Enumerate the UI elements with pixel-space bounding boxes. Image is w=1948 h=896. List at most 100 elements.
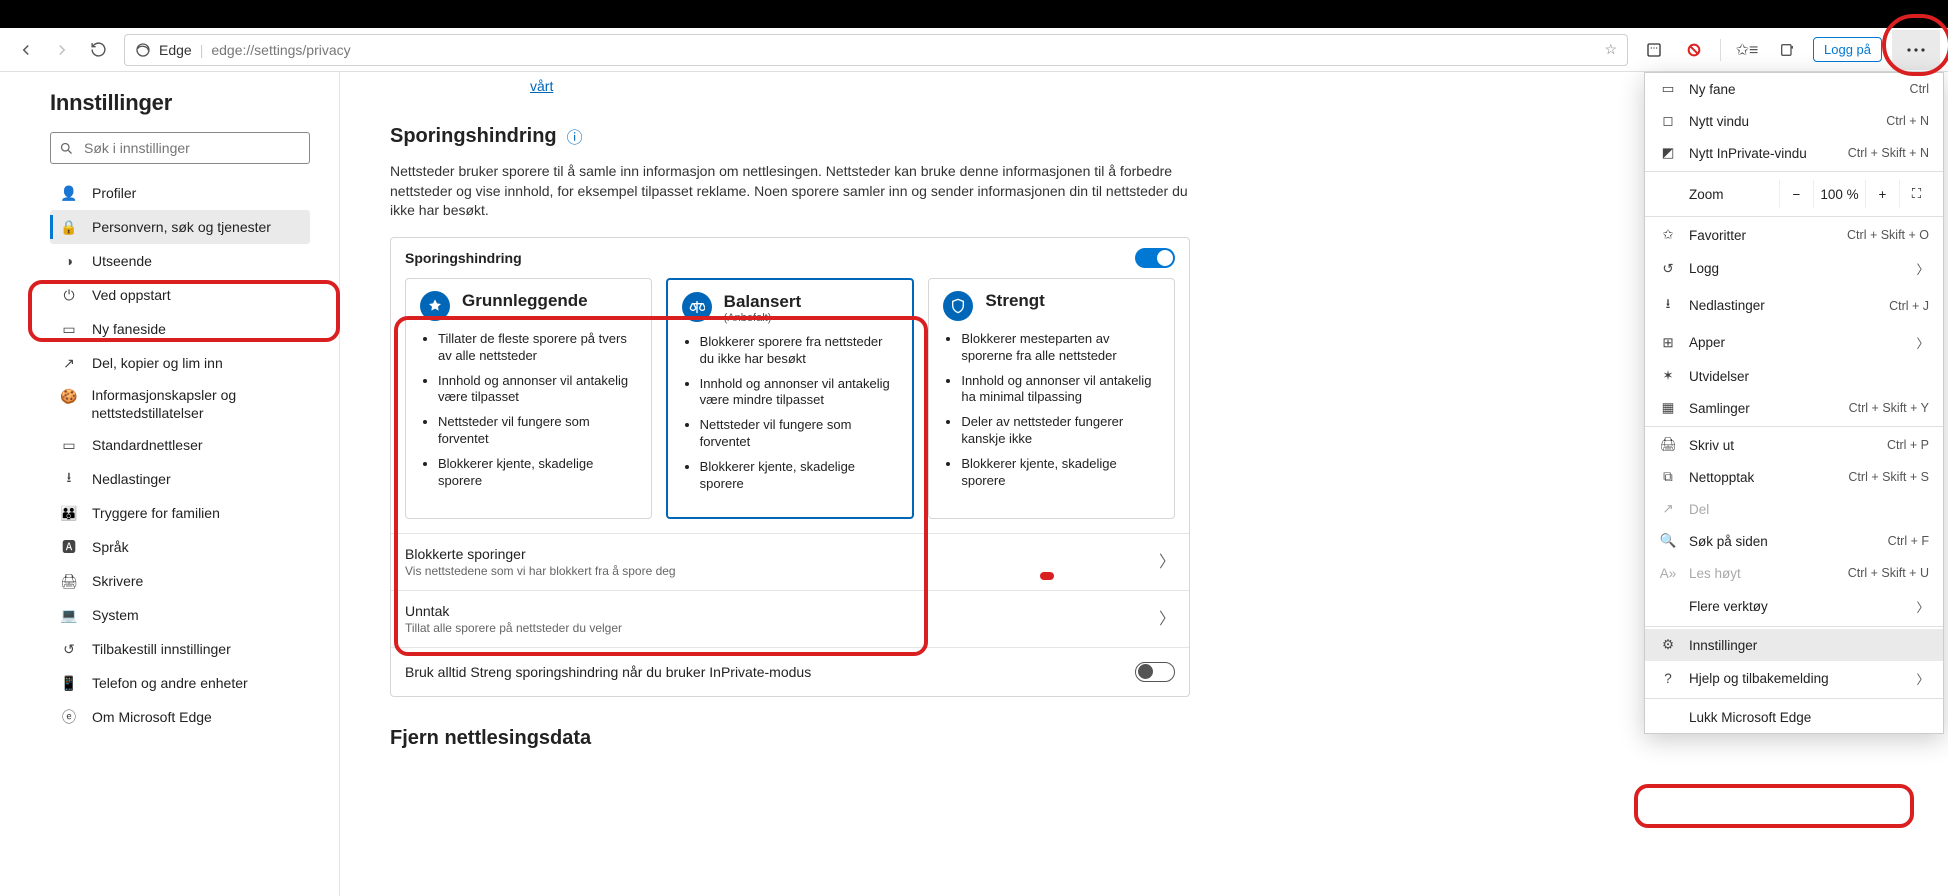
tracking-prevention-desc: Nettsteder bruker sporere til å samle in…	[390, 162, 1190, 221]
reading-list-icon[interactable]	[1636, 32, 1672, 68]
reset-icon: ↺	[60, 641, 78, 658]
menu-label: Samlinger	[1689, 401, 1837, 416]
menu-downloads[interactable]: ⭳NedlastingerCtrl + J	[1645, 286, 1943, 325]
sidebar-item-label: Telefon og andre enheter	[92, 675, 248, 691]
sidebar-item-label: System	[92, 607, 139, 623]
card-title: Strengt	[985, 291, 1045, 311]
sidebar-item-appearance[interactable]: ◑Utseende	[50, 244, 310, 278]
sidebar-item-label: Nedlastinger	[92, 471, 171, 487]
card-subtitle: (Anbefalt)	[724, 312, 801, 324]
menu-settings[interactable]: ⚙Innstillinger	[1645, 629, 1943, 661]
menu-find[interactable]: 🔍Søk på sidenCtrl + F	[1645, 525, 1943, 557]
printer-icon: 🖨	[1659, 437, 1677, 453]
sidebar-item-onstart[interactable]: ⏻Ved oppstart	[50, 278, 310, 312]
strict-icon	[943, 291, 973, 321]
zoom-in-button[interactable]: +	[1865, 180, 1899, 208]
settings-search[interactable]	[50, 132, 310, 164]
tp-card-balanced[interactable]: Balansert(Anbefalt) Blokkerer sporere fr…	[666, 278, 915, 519]
menu-help[interactable]: ?Hjelp og tilbakemelding〉	[1645, 661, 1943, 696]
top-link[interactable]: vårt	[530, 78, 553, 94]
app-menu-button[interactable]	[1892, 30, 1940, 70]
tracking-prevention-toggle[interactable]	[1135, 248, 1175, 268]
download-icon: ⭳	[60, 467, 78, 491]
chevron-right-icon: 〉	[1916, 333, 1929, 352]
menu-new-window[interactable]: ◻Nytt vinduCtrl + N	[1645, 105, 1943, 137]
blocked-trackers-link[interactable]: Blokkerte sporinger Vis nettstedene som …	[391, 533, 1189, 590]
annotation-dot	[1040, 572, 1054, 580]
tp-card-strict[interactable]: Strengt Blokkerer mesteparten av sporern…	[928, 278, 1175, 519]
sidebar-item-downloads[interactable]: ⭳ Nedlastinger	[50, 462, 310, 496]
download-icon: ⭳	[1659, 294, 1677, 317]
collections-icon[interactable]	[1769, 32, 1805, 68]
sidebar-item-family[interactable]: 👪Tryggere for familien	[50, 496, 310, 530]
menu-readaloud: A»Les høytCtrl + Skift + U	[1645, 557, 1943, 589]
adblock-icon[interactable]	[1676, 32, 1712, 68]
sidebar-item-label: Ny faneside	[92, 321, 166, 337]
menu-moretools[interactable]: Flere verktøy〉	[1645, 589, 1943, 624]
star-icon[interactable]: ☆	[1604, 41, 1617, 58]
menu-new-tab[interactable]: ▭Ny faneCtrl	[1645, 73, 1943, 105]
favorites-icon[interactable]: ✩≡	[1729, 32, 1765, 68]
address-bar[interactable]: Edge | edge://settings/privacy ☆	[124, 34, 1628, 66]
sidebar-item-share[interactable]: ↗Del, kopier og lim inn	[50, 346, 310, 380]
menu-collections[interactable]: ▦ Samlinger Ctrl + Skift + Y	[1645, 392, 1943, 424]
tab-icon: ▭	[60, 321, 78, 338]
menu-shortcut: Ctrl + Skift + N	[1848, 146, 1929, 160]
card-bullet: Blokkerer kjente, skadelige sporere	[438, 456, 637, 490]
menu-new-inprivate[interactable]: ◩Nytt InPrivate-vinduCtrl + Skift + N	[1645, 137, 1943, 169]
sidebar-item-label: Standardnettleser	[92, 437, 203, 453]
sidebar-item-label: Tilbakestill innstillinger	[92, 641, 231, 657]
row-title: Blokkerte sporinger	[405, 546, 1175, 562]
sidebar-item-reset[interactable]: ↺ Tilbakestill innstillinger	[50, 632, 310, 666]
forward-button[interactable]	[44, 32, 80, 68]
sidebar-item-printers[interactable]: 🖨Skrivere	[50, 564, 310, 598]
menu-favorites[interactable]: ✩FavoritterCtrl + Skift + O	[1645, 219, 1943, 251]
tp-panel-label: Sporingshindring	[405, 250, 522, 266]
tracking-prevention-panel: Sporingshindring Grunnleggende Tillater …	[390, 237, 1190, 697]
menu-label: Flere verktøy	[1689, 599, 1904, 614]
zoom-out-button[interactable]: −	[1779, 180, 1813, 208]
sidebar-item-cookies[interactable]: 🍪Informasjonskapsler og nettstedstillate…	[50, 380, 310, 428]
login-button[interactable]: Logg på	[1813, 37, 1882, 62]
chevron-right-icon: 〉	[1916, 669, 1929, 688]
sidebar-item-language[interactable]: 🅰Språk	[50, 530, 310, 564]
tracking-prevention-title: Sporingshindring	[390, 125, 557, 148]
inprivate-icon: ◩	[1659, 145, 1677, 161]
menu-apps[interactable]: ⊞Apper〉	[1645, 325, 1943, 360]
sidebar-item-label: Utseende	[92, 253, 152, 269]
sidebar-item-profiles[interactable]: 👤Profiler	[50, 176, 310, 210]
sidebar-item-about[interactable]: ⓔOm Microsoft Edge	[50, 700, 310, 734]
menu-label: Innstillinger	[1689, 638, 1929, 653]
tab-icon: ▭	[1659, 81, 1677, 97]
menu-close-edge[interactable]: Lukk Microsoft Edge	[1645, 701, 1943, 733]
inprivate-strict-row: Bruk alltid Streng sporingshindring når …	[391, 647, 1189, 696]
sidebar-item-system[interactable]: 💻System	[50, 598, 310, 632]
sidebar-item-phone[interactable]: 📱Telefon og andre enheter	[50, 666, 310, 700]
exceptions-link[interactable]: Unntak Tillat alle sporere på nettsteder…	[391, 590, 1189, 647]
refresh-button[interactable]	[80, 32, 116, 68]
menu-label: Nedlastinger	[1689, 298, 1877, 313]
sidebar-item-privacy[interactable]: 🔒Personvern, søk og tjenester	[50, 210, 310, 244]
menu-print[interactable]: 🖨Skriv utCtrl + P	[1645, 429, 1943, 461]
tp-card-basic[interactable]: Grunnleggende Tillater de fleste sporere…	[405, 278, 652, 519]
back-button[interactable]	[8, 32, 44, 68]
menu-shortcut: Ctrl + Skift + Y	[1849, 401, 1929, 415]
window-titlebar	[0, 0, 1948, 28]
menu-extensions[interactable]: ✶Utvidelser	[1645, 360, 1943, 392]
row-subtitle: Tillat alle sporere på nettsteder du vel…	[405, 621, 1175, 635]
card-title: Balansert	[724, 292, 801, 312]
fullscreen-button[interactable]: ⛶	[1899, 180, 1933, 208]
sidebar-item-newtab[interactable]: ▭ Ny faneside	[50, 312, 310, 346]
menu-shortcut: Ctrl + Skift + S	[1848, 470, 1929, 484]
help-icon[interactable]: ⓘ	[567, 124, 583, 148]
sidebar-item-default[interactable]: ▭Standardnettleser	[50, 428, 310, 462]
sidebar-item-label: Språk	[92, 539, 129, 555]
collections-icon: ▦	[1659, 400, 1677, 416]
star-icon: ✩	[1659, 227, 1677, 243]
inprivate-strict-toggle[interactable]	[1135, 662, 1175, 682]
menu-history[interactable]: ↺Logg〉	[1645, 251, 1943, 286]
sidebar-item-label: Informasjonskapsler og nettstedstillatel…	[91, 386, 310, 422]
menu-webcapture[interactable]: ⧉NettopptakCtrl + Skift + S	[1645, 461, 1943, 493]
sidebar-item-label: Profiler	[92, 185, 136, 201]
search-input[interactable]	[82, 139, 301, 157]
